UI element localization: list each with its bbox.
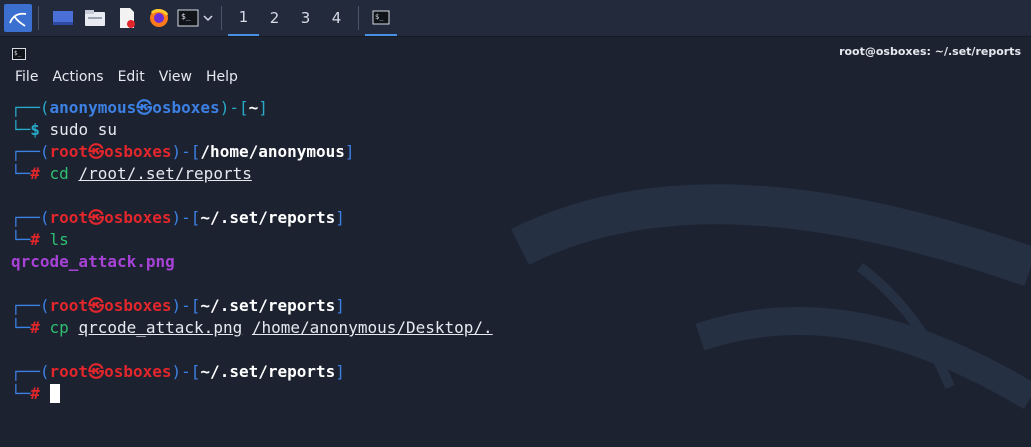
terminal-window: $_ root@osboxes: ~/.set/reports File Act… bbox=[0, 37, 1031, 447]
menu-bar: File Actions Edit View Help bbox=[8, 69, 245, 85]
command-text: cp bbox=[49, 318, 69, 337]
workspace-4[interactable]: 4 bbox=[321, 0, 352, 36]
prompt-host: osboxes bbox=[104, 208, 172, 227]
command-line: └─# cd /root/.set/reports bbox=[11, 164, 252, 183]
menu-actions[interactable]: Actions bbox=[45, 69, 110, 85]
terminal-output[interactable]: ┌──(anonymous㉿osboxes)-[~] └─$ sudo su ┌… bbox=[11, 97, 493, 405]
prompt-symbol: # bbox=[30, 230, 40, 249]
taskbar-separator bbox=[358, 6, 359, 30]
prompt-user: root bbox=[49, 362, 89, 381]
svg-text:$_: $_ bbox=[181, 12, 191, 21]
workspace-2[interactable]: 2 bbox=[259, 0, 290, 36]
taskbar-separator bbox=[38, 6, 39, 30]
menu-help[interactable]: Help bbox=[199, 69, 245, 85]
prompt-symbol: # bbox=[30, 384, 40, 403]
prompt-user: root bbox=[49, 142, 89, 161]
menu-file[interactable]: File bbox=[8, 69, 45, 85]
command-arg: qrcode_attack.png bbox=[78, 318, 243, 337]
prompt-line: ┌──(root㉿osboxes)-[~/.set/reports] bbox=[11, 208, 345, 227]
menu-view[interactable]: View bbox=[152, 69, 199, 85]
prompt-line: ┌──(root㉿osboxes)-[/home/anonymous] bbox=[11, 142, 355, 161]
show-desktop-icon[interactable] bbox=[49, 4, 77, 32]
terminal-task-button[interactable]: $_ bbox=[365, 0, 397, 36]
kali-menu-icon[interactable] bbox=[4, 4, 32, 32]
prompt-symbol: # bbox=[30, 164, 40, 183]
window-titlebar[interactable]: $_ root@osboxes: ~/.set/reports bbox=[0, 37, 1031, 67]
prompt-user: root bbox=[49, 208, 89, 227]
command-text: ls bbox=[49, 230, 69, 249]
prompt-symbol: $ bbox=[30, 120, 40, 139]
text-editor-icon[interactable] bbox=[113, 4, 141, 32]
prompt-host: osboxes bbox=[152, 98, 220, 117]
text-cursor bbox=[49, 384, 60, 403]
command-arg: /root/.set/reports bbox=[78, 164, 252, 183]
command-line: └─# cp qrcode_attack.png /home/anonymous… bbox=[11, 318, 493, 337]
prompt-host: osboxes bbox=[104, 362, 172, 381]
prompt-path: ~/.set/reports bbox=[200, 208, 336, 227]
command-text: sudo su bbox=[49, 120, 117, 139]
prompt-symbol: # bbox=[30, 318, 40, 337]
terminal-launcher-icon[interactable]: $_ bbox=[177, 4, 199, 32]
prompt-line: ┌──(root㉿osboxes)-[~/.set/reports] bbox=[11, 296, 345, 315]
command-arg: /home/anonymous/Desktop/. bbox=[251, 318, 493, 337]
prompt-path: /home/anonymous bbox=[200, 142, 345, 161]
file-manager-icon[interactable] bbox=[81, 4, 109, 32]
svg-text:$_: $_ bbox=[375, 13, 384, 21]
menu-edit[interactable]: Edit bbox=[111, 69, 152, 85]
chevron-down-icon[interactable] bbox=[201, 4, 215, 32]
prompt-path: ~/.set/reports bbox=[200, 362, 336, 381]
command-line: └─$ sudo su bbox=[11, 120, 117, 139]
prompt-user: anonymous bbox=[49, 98, 137, 117]
taskbar: $_ 1 2 3 4 $_ bbox=[0, 0, 1031, 37]
taskbar-separator bbox=[221, 6, 222, 30]
firefox-icon[interactable] bbox=[145, 4, 173, 32]
command-text: cd bbox=[49, 164, 69, 183]
prompt-line: ┌──(root㉿osboxes)-[~/.set/reports] bbox=[11, 362, 345, 381]
terminal-window-icon: $_ bbox=[12, 45, 26, 64]
svg-text:$_: $_ bbox=[14, 50, 22, 57]
command-line: └─# ls bbox=[11, 230, 69, 249]
prompt-line: ┌──(anonymous㉿osboxes)-[~] bbox=[11, 98, 268, 117]
command-line: └─# bbox=[11, 383, 493, 405]
prompt-path: ~ bbox=[248, 98, 259, 117]
prompt-path: ~/.set/reports bbox=[200, 296, 336, 315]
window-title: root@osboxes: ~/.set/reports bbox=[839, 45, 1021, 58]
ls-output-file: qrcode_attack.png bbox=[11, 252, 175, 271]
prompt-host: osboxes bbox=[104, 296, 172, 315]
prompt-user: root bbox=[49, 296, 89, 315]
workspace-3[interactable]: 3 bbox=[290, 0, 321, 36]
workspace-1[interactable]: 1 bbox=[228, 0, 259, 36]
prompt-host: osboxes bbox=[104, 142, 172, 161]
